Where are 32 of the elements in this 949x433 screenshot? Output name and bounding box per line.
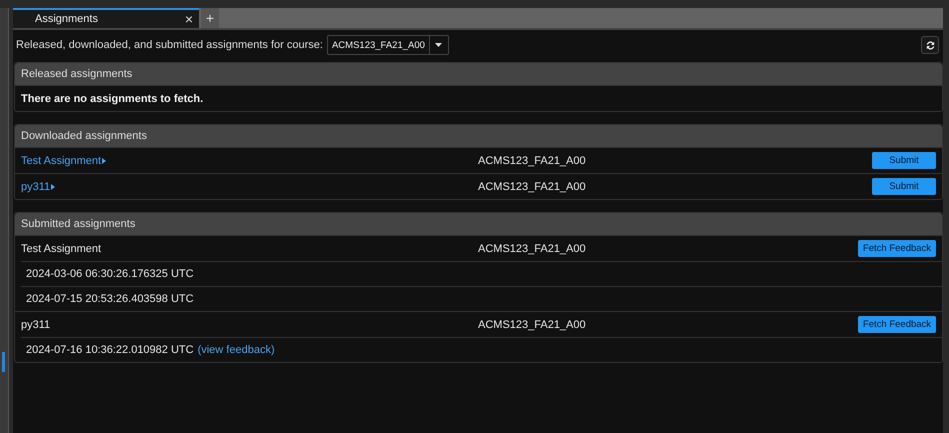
view-feedback-link[interactable]: (view feedback) [198, 344, 275, 356]
course-name: ACMS123_FA21_A00 [478, 318, 587, 330]
panel-header: Released assignments [15, 63, 942, 85]
refresh-icon [924, 40, 936, 50]
fetch-feedback-button[interactable]: Fetch Feedback [858, 240, 936, 257]
assignment-link[interactable]: py311 [21, 180, 478, 192]
course-name: ACMS123_FA21_A00 [478, 242, 587, 254]
submission-timestamp: 2024-03-06 06:30:26.176325 UTC [26, 268, 194, 280]
close-button[interactable]: × [184, 11, 193, 27]
submit-button[interactable]: Submit [872, 178, 936, 195]
expand-arrow-icon [51, 184, 56, 190]
caret-icon [435, 43, 442, 47]
assignment-name: Test Assignment [21, 242, 102, 254]
active-indicator [2, 352, 5, 372]
new-tab-button[interactable]: + [201, 8, 219, 28]
fetch-feedback-button[interactable]: Fetch Feedback [858, 316, 936, 333]
submit-button[interactable]: Submit [872, 152, 936, 169]
submission-timestamp: 2024-07-15 20:53:26.403598 UTC [26, 293, 194, 305]
tab-label: Assignments [35, 13, 98, 25]
course-dropdown[interactable]: ACMS123_FA21_A00 [326, 35, 449, 55]
toolbar-label: Released, downloaded, and submitted assignments for course: [16, 39, 323, 51]
course-name: ACMS123_FA21_A00 [478, 154, 587, 166]
panel-header: Downloaded assignments [15, 125, 942, 147]
assignment-name: py311 [21, 318, 52, 330]
empty-message: There are no assignments to fetch. [21, 92, 204, 104]
tab[interactable]: Assignments × [13, 8, 199, 28]
submission-timestamp: 2024-07-16 10:36:22.010982 UTC [26, 344, 194, 356]
assignment-link[interactable]: Test Assignment [21, 154, 478, 166]
course-name: ACMS123_FA21_A00 [478, 180, 587, 192]
expand-arrow-icon [102, 158, 106, 164]
refresh-button[interactable] [921, 36, 939, 54]
panel-header: Submitted assignments [15, 213, 942, 235]
